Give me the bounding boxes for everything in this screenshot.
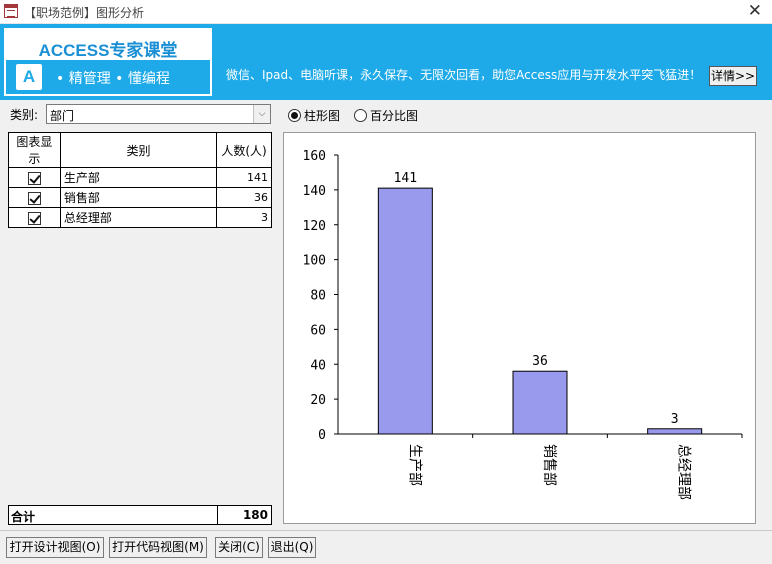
bar bbox=[377, 187, 433, 435]
radio-bar-chart-label: 柱形图 bbox=[304, 109, 341, 123]
category-cell[interactable]: 总经理部 bbox=[59, 207, 218, 228]
banner-text: 微信、Ipad、电脑听课，永久保存、无限次回看，助您Access应用与开发水平突… bbox=[226, 68, 702, 82]
y-tick-label: 100 bbox=[303, 254, 326, 269]
open-code-view-button[interactable]: 打开代码视图(M) bbox=[109, 537, 207, 558]
count-cell[interactable]: 3 bbox=[216, 207, 272, 228]
data-label: 3 bbox=[671, 412, 679, 427]
footer-divider bbox=[0, 530, 772, 531]
checkbox[interactable] bbox=[27, 191, 41, 205]
checkbox[interactable] bbox=[27, 211, 41, 225]
category-value: 部门 bbox=[50, 109, 75, 123]
course-logo: ACCESS专家课堂 A • 精管理 • 懂编程 bbox=[2, 26, 214, 98]
show-cell[interactable] bbox=[8, 167, 61, 188]
category-cell[interactable]: 销售部 bbox=[59, 187, 218, 208]
logo-title: ACCESS专家课堂 bbox=[38, 41, 178, 60]
x-tick-label: 生产部 bbox=[406, 444, 422, 486]
y-tick-label: 60 bbox=[310, 323, 326, 338]
chevron-down-icon[interactable]: ⌵ bbox=[253, 105, 270, 123]
bar bbox=[647, 428, 703, 435]
table-header-row: 图表显示 类别 人数(人) bbox=[8, 132, 272, 168]
radio-percent-chart[interactable]: 百分比图 bbox=[354, 107, 418, 124]
title-bar: 【职场范例】图形分析 ✕ bbox=[0, 0, 772, 24]
access-form-icon bbox=[4, 4, 18, 18]
access-logo-icon: A bbox=[16, 64, 42, 90]
window-title: 【职场范例】图形分析 bbox=[24, 6, 145, 20]
x-tick-label: 总经理部 bbox=[676, 444, 692, 500]
y-tick-label: 80 bbox=[310, 289, 326, 304]
header-category: 类别 bbox=[59, 132, 218, 168]
logo-band: A • 精管理 • 懂编程 bbox=[6, 60, 210, 94]
show-cell[interactable] bbox=[8, 207, 61, 228]
table-row: 生产部 141 bbox=[8, 167, 272, 188]
logo-slogan: • 精管理 • 懂编程 bbox=[56, 71, 170, 87]
y-tick-label: 160 bbox=[303, 149, 326, 164]
total-divider bbox=[217, 506, 218, 524]
chart-panel: 0 20 40 60 80 100 120 140 160 141 生产部 36 销售部 3 总经理部 bbox=[283, 132, 756, 524]
count-cell[interactable]: 36 bbox=[216, 187, 272, 208]
header-show: 图表显示 bbox=[8, 132, 61, 168]
count-cell[interactable]: 141 bbox=[216, 167, 272, 188]
checkbox[interactable] bbox=[27, 171, 41, 185]
y-tick-label: 0 bbox=[318, 428, 326, 443]
table-row: 总经理部 3 bbox=[8, 207, 272, 228]
close-icon[interactable]: ✕ bbox=[748, 1, 762, 21]
category-table: 图表显示 类别 人数(人) 生产部 141 销售部 36 总经理部 3 bbox=[8, 132, 272, 228]
table-row: 销售部 36 bbox=[8, 187, 272, 208]
bar-chart: 0 20 40 60 80 100 120 140 160 141 生产部 36 销售部 3 总经理部 bbox=[303, 149, 743, 500]
detail-button[interactable]: 详情>> bbox=[709, 66, 757, 86]
total-value: 180 bbox=[242, 508, 268, 522]
open-design-view-button[interactable]: 打开设计视图(O) bbox=[6, 537, 104, 558]
header-count: 人数(人) bbox=[216, 132, 272, 168]
category-label: 类别: bbox=[10, 108, 39, 122]
y-tick-label: 120 bbox=[303, 219, 326, 234]
total-row: 合计 180 bbox=[8, 505, 272, 525]
y-tick-label: 20 bbox=[310, 393, 326, 408]
bar bbox=[512, 370, 568, 435]
radio-percent-chart-circle[interactable] bbox=[354, 109, 367, 122]
radio-percent-chart-label: 百分比图 bbox=[370, 109, 419, 123]
category-cell[interactable]: 生产部 bbox=[59, 167, 218, 188]
close-button[interactable]: 关闭(C) bbox=[215, 537, 263, 558]
radio-bar-chart-circle[interactable] bbox=[288, 109, 301, 122]
total-label: 合计 bbox=[11, 510, 36, 524]
data-label: 36 bbox=[532, 354, 548, 369]
exit-button[interactable]: 退出(Q) bbox=[268, 537, 316, 558]
y-tick-label: 140 bbox=[303, 184, 326, 199]
category-combo[interactable]: 部门 ⌵ bbox=[46, 104, 271, 124]
x-tick-label: 销售部 bbox=[541, 444, 557, 486]
radio-bar-chart[interactable]: 柱形图 bbox=[288, 107, 340, 124]
promo-banner: ACCESS专家课堂 A • 精管理 • 懂编程 微信、Ipad、电脑听课，永久… bbox=[0, 24, 772, 100]
show-cell[interactable] bbox=[8, 187, 61, 208]
y-tick-label: 40 bbox=[310, 358, 326, 373]
data-label: 141 bbox=[394, 171, 417, 186]
